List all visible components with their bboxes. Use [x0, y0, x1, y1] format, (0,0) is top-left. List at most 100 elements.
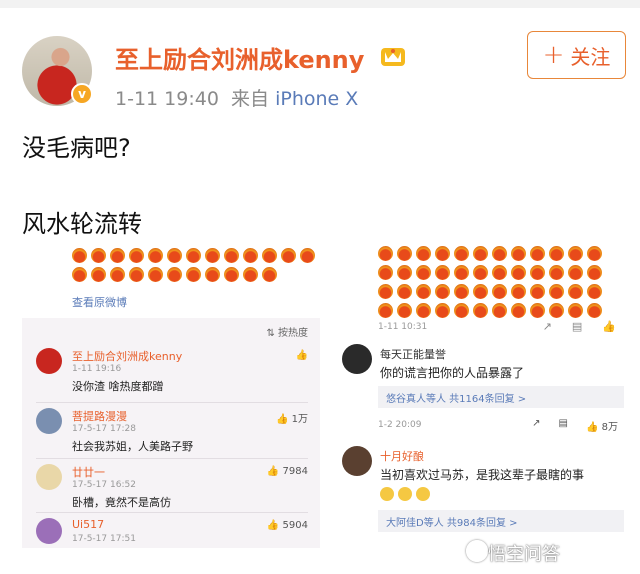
angry-emoji-icon	[243, 267, 258, 282]
angry-emoji-icon	[397, 246, 412, 261]
divider	[36, 402, 308, 403]
crown-icon	[381, 48, 405, 66]
angry-emoji-icon	[530, 303, 545, 318]
angry-emoji-icon	[454, 265, 469, 280]
like-count: 👍 1万	[275, 414, 308, 425]
post-image-left[interactable]: 查看原微博 ⇅ 按热度 至上励合刘洲成kenny 1-11 19:16 没你渣 …	[22, 240, 320, 548]
angry-emoji-icon	[224, 267, 239, 282]
commenter-avatar	[36, 408, 62, 434]
angry-emoji-icon	[492, 246, 507, 261]
post-device[interactable]: iPhone X	[275, 88, 358, 110]
like-icon: 👍	[602, 320, 616, 333]
comments-box-left: ⇅ 按热度 至上励合刘洲成kenny 1-11 19:16 没你渣 啥热度都蹭 …	[22, 318, 320, 548]
angry-emoji-icon	[473, 303, 488, 318]
angry-emoji-icon	[262, 248, 277, 263]
angry-emoji-icon	[205, 267, 220, 282]
angry-emoji-icon	[186, 248, 201, 263]
angry-emoji-icon	[454, 284, 469, 299]
angry-emoji-icon	[129, 248, 144, 263]
commenter-avatar	[36, 518, 62, 544]
angry-emoji-icon	[587, 284, 602, 299]
angry-emoji-icon	[549, 303, 564, 318]
commenter-name: 菩提路漫漫	[72, 410, 127, 423]
watermark-logo-icon	[466, 540, 488, 562]
reply-summary[interactable]: 大阿佳D等人 共984条回复 >	[378, 510, 624, 532]
angry-emoji-icon	[587, 265, 602, 280]
embedded-post-date: 1-11 10:31	[378, 322, 428, 332]
follow-button[interactable]: + 关注	[527, 31, 626, 79]
angry-emoji-icon	[300, 248, 315, 263]
angry-emoji-icon	[378, 246, 393, 261]
angry-emoji-icon	[262, 267, 277, 282]
angry-emoji-icon	[454, 303, 469, 318]
angry-emoji-icon	[530, 265, 545, 280]
angry-emoji-icon	[397, 284, 412, 299]
comment-date: 1-11 19:16	[72, 364, 122, 374]
angry-emoji-icon	[91, 267, 106, 282]
angry-emoji-icon	[435, 246, 450, 261]
view-original-link: 查看原微博	[72, 296, 127, 309]
post-source-prefix: 来自	[231, 88, 270, 110]
comment-text: 当初喜欢过马苏，是我这辈子最瞎的事	[380, 468, 585, 482]
angry-emoji-icon	[473, 246, 488, 261]
angry-emoji-icon	[511, 303, 526, 318]
angry-emoji-icon	[587, 303, 602, 318]
angry-emoji-icon	[454, 246, 469, 261]
comment-icon: ▤	[558, 418, 568, 429]
post-text-line2: 风水轮流转	[22, 210, 142, 238]
comment-icon: ▤	[571, 320, 583, 333]
emoji-row	[380, 486, 430, 501]
angry-emoji-icon	[167, 248, 182, 263]
watermark: 悟空问答	[488, 544, 560, 565]
commenter-name: 每天正能量誉	[380, 348, 446, 361]
angry-emoji-icon	[530, 246, 545, 261]
angry-emoji-icon	[243, 248, 258, 263]
angry-emoji-icon	[72, 267, 87, 282]
angry-emoji-icon	[492, 284, 507, 299]
like-count: 👍 5904	[266, 520, 308, 531]
angry-emoji-icon	[416, 246, 431, 261]
angry-emoji-icon	[473, 284, 488, 299]
sort-label: ⇅ 按热度	[266, 328, 308, 339]
comment-date: 1-2 20:09	[378, 420, 422, 430]
angry-emoji-icon	[530, 284, 545, 299]
angry-emoji-icon	[435, 284, 450, 299]
author-name[interactable]: 至上励合刘洲成kenny	[115, 40, 364, 75]
commenter-avatar	[36, 464, 62, 490]
angry-emoji-icon	[110, 248, 125, 263]
angry-emoji-icon	[281, 248, 296, 263]
like-count: 👍 8万	[585, 422, 618, 433]
commenter-name: 十月好酿	[380, 450, 424, 463]
angry-emoji-icon	[416, 284, 431, 299]
angry-emoji-icon	[167, 267, 182, 282]
post-action-icons: ↗ ▤ 👍	[543, 320, 616, 333]
angry-emoji-icon	[378, 284, 393, 299]
divider	[36, 512, 308, 513]
smile-icon	[380, 486, 394, 501]
commenter-avatar	[36, 348, 62, 374]
angry-emoji-icon	[511, 265, 526, 280]
angry-emoji-icon	[568, 284, 583, 299]
post-timestamp: 1-11 19:40	[115, 88, 219, 110]
comment-text: 社会我苏姐，人美路子野	[72, 440, 193, 453]
comment-text: 没你渣 啥热度都蹭	[72, 380, 164, 393]
like-icon: 👍	[295, 350, 308, 361]
verified-badge-icon: v	[71, 83, 93, 105]
top-bar	[0, 0, 640, 8]
smile-icon	[415, 486, 430, 501]
angry-emoji-icon	[549, 246, 564, 261]
angry-emoji-icon	[492, 303, 507, 318]
angry-emoji-icon	[492, 265, 507, 280]
emoji-grid-left	[72, 248, 315, 282]
angry-emoji-icon	[110, 267, 125, 282]
angry-emoji-icon	[205, 248, 220, 263]
emoji-grid-right	[378, 246, 602, 318]
commenter-avatar	[342, 344, 372, 374]
angry-emoji-icon	[148, 248, 163, 263]
post-image-right[interactable]: 1-11 10:31 ↗ ▤ 👍 每天正能量誉 你的谎言把你的人品暴露了 悠谷真…	[338, 240, 628, 548]
angry-emoji-icon	[568, 303, 583, 318]
share-icon: ↗	[542, 320, 552, 333]
angry-emoji-icon	[549, 284, 564, 299]
smile-icon	[397, 486, 412, 501]
reply-summary[interactable]: 悠谷真人等人 共1164条回复 >	[378, 386, 624, 408]
